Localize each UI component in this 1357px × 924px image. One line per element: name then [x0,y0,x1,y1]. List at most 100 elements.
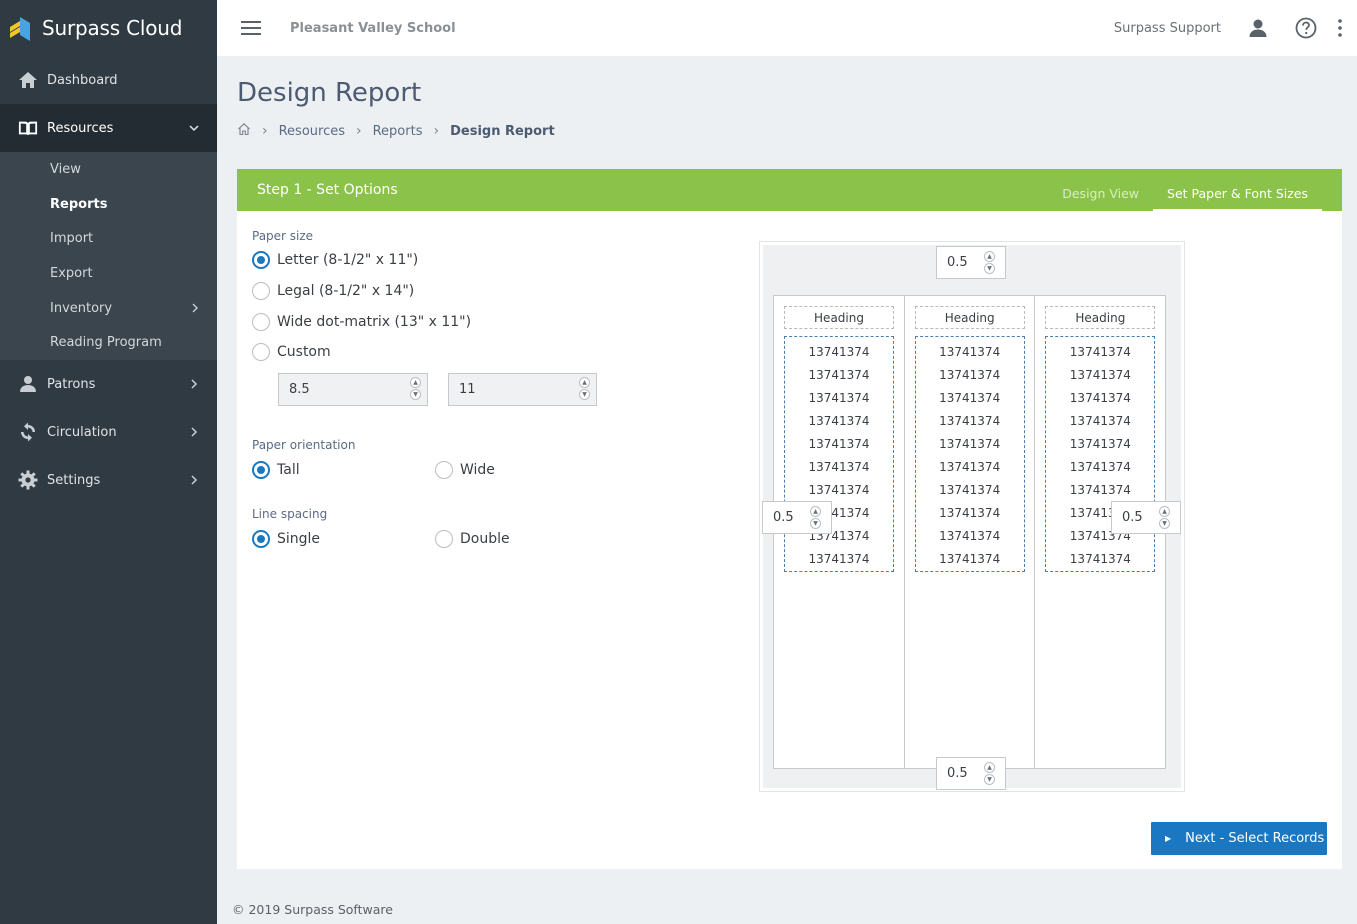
spin-down-icon[interactable]: ▼ [410,389,421,400]
orientation-label: Paper orientation [252,438,356,452]
column-heading[interactable]: Heading [784,306,894,329]
column-value: 13741374 [808,552,870,567]
submenu-item-import[interactable]: Import [0,221,217,256]
person-icon [18,374,38,394]
submenu-item-inventory[interactable]: Inventory [0,291,217,326]
more-vertical-icon[interactable] [1337,17,1343,39]
sidebar-item-settings[interactable]: Settings [0,456,217,504]
column-value: 13741374 [808,483,870,498]
spacing-double-radio[interactable]: Double [435,530,510,548]
sidebar-item-resources[interactable]: Resources [0,104,217,152]
column-heading[interactable]: Heading [1045,306,1156,329]
radio-checked[interactable] [252,461,270,479]
radio-checked[interactable] [252,251,270,269]
paper-size-letter-radio[interactable]: Letter (8-1/2" x 11") [252,251,418,269]
submenu-label: View [50,161,81,177]
spin-down-icon[interactable]: ▼ [984,774,995,785]
next-select-records-button[interactable]: ▶ Next - Select Records [1151,822,1327,855]
breadcrumb-reports[interactable]: Reports [373,124,423,139]
column-values[interactable]: 13741374 13741374 13741374 13741374 13741374… [784,336,894,572]
breadcrumb-current: Design Report [450,123,555,139]
user-account-icon[interactable] [1247,17,1269,39]
spin-up-icon[interactable]: ▲ [579,377,590,388]
breadcrumb-separator: › [356,123,362,139]
margin-spinner[interactable]: ▲ ▼ [810,506,821,529]
spin-down-icon[interactable]: ▼ [579,389,590,400]
sidebar-item-circulation[interactable]: Circulation [0,408,217,456]
margin-top-input[interactable]: 0.5 ▲ ▼ [936,246,1006,279]
input-value: 0.5 [947,255,968,270]
spin-up-icon[interactable]: ▲ [410,377,421,388]
column-value: 13741374 [1069,390,1131,405]
brand[interactable]: Surpass Cloud [0,0,217,56]
chevron-right-icon [192,303,198,313]
spin-up-icon[interactable]: ▲ [1159,506,1170,517]
orientation-wide-radio[interactable]: Wide [435,461,495,479]
spin-down-icon[interactable]: ▼ [984,263,995,274]
column-values[interactable]: 13741374 13741374 13741374 13741374 13741374… [914,336,1025,572]
gear-icon [18,470,38,490]
margin-right-input[interactable]: 0.5 ▲ ▼ [1111,501,1181,534]
spin-down-icon[interactable]: ▼ [1159,518,1170,529]
tab-design-view[interactable]: Design View [1048,169,1153,211]
radio-label: Tall [277,462,300,478]
margin-spinner[interactable]: ▲ ▼ [1159,506,1170,529]
submenu-item-view[interactable]: View [0,152,217,187]
margin-spinner[interactable]: ▲ ▼ [984,251,995,274]
submenu-item-export[interactable]: Export [0,256,217,291]
radio-label: Letter (8-1/2" x 11") [277,252,419,268]
chevron-right-icon [191,475,198,485]
radio-label: Single [277,531,321,547]
radio-unchecked[interactable] [252,282,270,300]
column-value: 13741374 [939,552,1001,567]
margin-bottom-input[interactable]: 0.5 ▲ ▼ [936,757,1006,790]
menu-toggle-icon[interactable] [241,21,261,35]
tab-paper-font-sizes[interactable]: Set Paper & Font Sizes [1153,169,1322,211]
spin-down-icon[interactable]: ▼ [810,518,821,529]
radio-unchecked[interactable] [252,313,270,331]
spin-up-icon[interactable]: ▲ [984,762,995,773]
sidebar-item-label: Resources [47,120,114,136]
radio-label: Wide dot-matrix (13" x 11") [277,314,472,330]
column-heading[interactable]: Heading [914,306,1025,329]
radio-unchecked[interactable] [435,461,453,479]
breadcrumb-home-icon[interactable] [237,122,251,140]
margin-left-input[interactable]: 0.5 ▲ ▼ [762,501,832,534]
help-icon[interactable] [1295,17,1317,39]
paper-size-legal-radio[interactable]: Legal (8-1/2" x 14") [252,282,414,300]
page-title: Design Report [237,78,422,108]
input-value: 11 [459,382,476,397]
height-spinner[interactable]: ▲ ▼ [579,377,590,400]
submenu-item-reading-program[interactable]: Reading Program [0,325,217,360]
custom-width-input[interactable]: 8.5 ▲ ▼ [278,373,428,406]
column-value: 13741374 [1069,460,1131,475]
paper-size-label: Paper size [252,229,314,243]
column-value: 13741374 [939,483,1001,498]
spin-up-icon[interactable]: ▲ [810,506,821,517]
sidebar-item-label: Settings [47,472,101,488]
submenu-item-reports[interactable]: Reports [0,187,217,222]
custom-height-input[interactable]: 11 ▲ ▼ [448,373,597,406]
options-card: Step 1 - Set Options Design View Set Pap… [237,169,1342,869]
margin-spinner[interactable]: ▲ ▼ [984,762,995,785]
column-value: 13741374 [1069,483,1131,498]
radio-label: Legal (8-1/2" x 14") [277,283,415,299]
sidebar-item-patrons[interactable]: Patrons [0,360,217,408]
topbar-actions: Surpass Support [1114,0,1343,56]
radio-unchecked[interactable] [435,530,453,548]
paper-size-wide-radio[interactable]: Wide dot-matrix (13" x 11") [252,313,471,331]
width-spinner[interactable]: ▲ ▼ [410,377,421,400]
column-value: 13741374 [808,436,870,451]
sidebar-item-dashboard[interactable]: Dashboard [0,56,217,104]
input-value: 0.5 [773,510,794,525]
column-values[interactable]: 13741374 13741374 13741374 13741374 13741374… [1045,336,1156,572]
orientation-tall-radio[interactable]: Tall [252,461,300,479]
paper-size-custom-radio[interactable]: Custom [252,343,331,361]
breadcrumb-resources[interactable]: Resources [279,124,345,139]
radio-unchecked[interactable] [252,343,270,361]
breadcrumb: › Resources › Reports › Design Report [237,122,555,140]
radio-checked[interactable] [252,530,270,548]
user-name[interactable]: Surpass Support [1114,21,1221,36]
spin-up-icon[interactable]: ▲ [984,251,995,262]
spacing-single-radio[interactable]: Single [252,530,320,548]
